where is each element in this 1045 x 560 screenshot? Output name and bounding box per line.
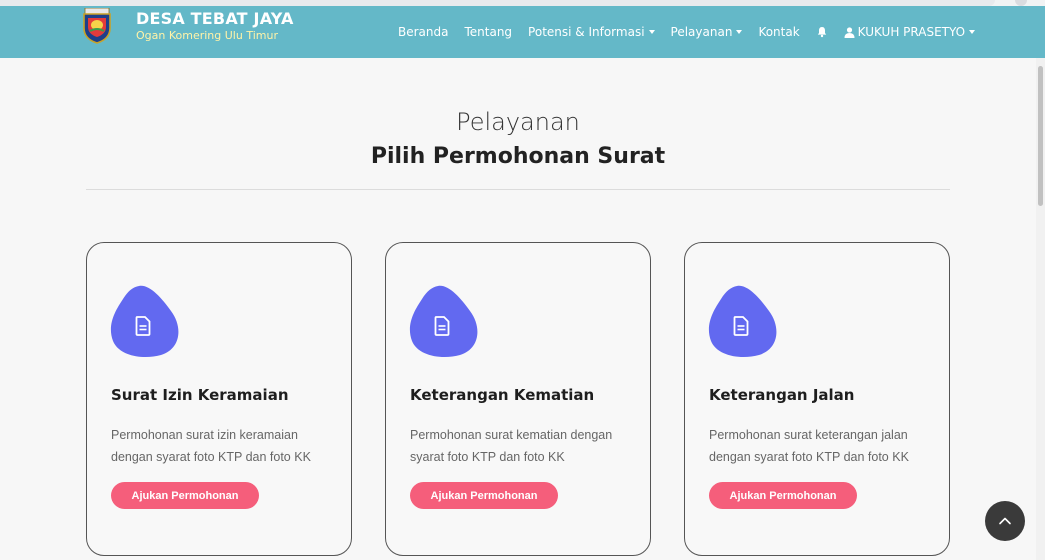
chevron-up-icon [999, 517, 1011, 525]
section-subtitle: Pelayanan [456, 108, 580, 136]
card-description: Permohonan surat kematian dengan syarat … [410, 428, 613, 464]
card-description: Permohonan surat keterangan jalan dengan… [709, 428, 909, 464]
nav-pelayanan-dropdown[interactable]: Pelayanan [671, 25, 743, 39]
ajukan-permohonan-button[interactable]: Ajukan Permohonan [410, 482, 558, 509]
service-card-keterangan-kematian: Keterangan Kematian Permohonan surat kem… [385, 242, 651, 556]
card-title: Keterangan Jalan [709, 386, 855, 404]
ajukan-permohonan-button[interactable]: Ajukan Permohonan [111, 482, 259, 509]
nav-tentang-label: Tentang [464, 25, 513, 39]
service-card-keterangan-jalan: Keterangan Jalan Permohonan surat ketera… [684, 242, 950, 556]
page-title: Pilih Permohonan Surat [370, 144, 666, 169]
card-description: Permohonan surat izin keramaian dengan s… [111, 428, 311, 464]
nav-potensi-informasi-label: Potensi & Informasi [528, 25, 645, 39]
card-title: Keterangan Kematian [410, 386, 595, 404]
main-nav: Beranda Tentang Potensi & Informasi Pela… [398, 6, 991, 58]
brand[interactable]: DESA TEBAT JAYA Ogan Komering Ulu Timur [82, 8, 294, 44]
caret-down-icon [969, 30, 976, 34]
document-icon [135, 316, 151, 336]
nav-pelayanan-label: Pelayanan [670, 25, 733, 39]
nav-kontak[interactable]: Kontak [758, 25, 799, 39]
brand-title: DESA TEBAT JAYA [136, 9, 294, 28]
user-name: KUKUH PRASETYO [857, 25, 966, 39]
nav-tentang[interactable]: Tentang [464, 25, 512, 39]
user-icon [844, 26, 855, 38]
navbar: DESA TEBAT JAYA Ogan Komering Ulu Timur … [0, 6, 1045, 58]
user-menu-dropdown[interactable]: KUKUH PRASETYO [844, 25, 976, 39]
scrollbar-thumb[interactable] [1038, 66, 1043, 206]
caret-down-icon [648, 30, 655, 34]
village-emblem-logo [83, 8, 111, 44]
document-icon [733, 316, 749, 336]
caret-down-icon [736, 30, 743, 34]
card-title: Surat Izin Keramaian [111, 386, 289, 404]
nav-kontak-label: Kontak [758, 25, 800, 39]
ajukan-permohonan-button[interactable]: Ajukan Permohonan [709, 482, 857, 509]
nav-potensi-informasi-dropdown[interactable]: Potensi & Informasi [528, 25, 655, 39]
scroll-to-top-button[interactable] [985, 501, 1025, 541]
document-icon [434, 316, 450, 336]
brand-subtitle: Ogan Komering Ulu Timur [136, 29, 278, 42]
page-scrollbar[interactable] [1036, 58, 1045, 560]
divider [86, 189, 950, 190]
nav-beranda-label: Beranda [398, 25, 449, 39]
service-card-surat-izin-keramaian: Surat Izin Keramaian Permohonan surat iz… [86, 242, 352, 556]
bell-icon[interactable] [816, 26, 828, 38]
nav-beranda[interactable]: Beranda [398, 25, 448, 39]
